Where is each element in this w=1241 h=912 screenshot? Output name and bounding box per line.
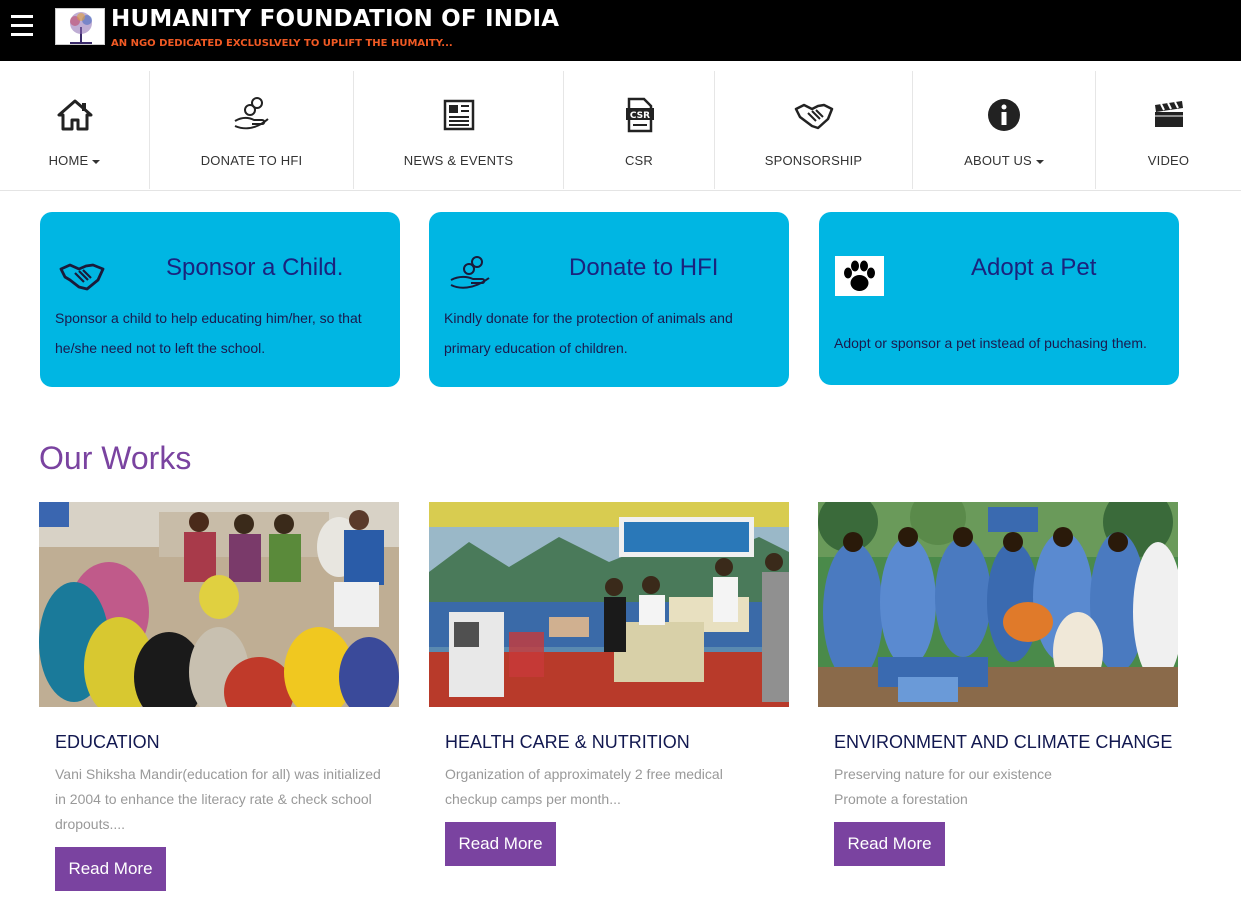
work-description: Preserving nature for our existence Prom… <box>834 762 1164 812</box>
nav-item-sponsorship[interactable]: SPONSORSHIP <box>715 71 912 189</box>
clapperboard-icon <box>1154 101 1183 127</box>
main-navigation: HOME DONATE TO HFI NEWS & EVENTS CSR CSR… <box>0 61 1241 191</box>
donate-hand-icon <box>450 256 490 289</box>
work-card-education: EDUCATION Vani Shiksha Mandir(education … <box>39 502 399 891</box>
site-title[interactable]: HUMANITY FOUNDATION OF INDIA <box>111 6 559 32</box>
read-more-button[interactable]: Read More <box>445 822 556 866</box>
nav-label-csr: CSR <box>624 153 654 168</box>
top-bar: HUMANITY FOUNDATION OF INDIA AN NGO DEDI… <box>0 0 1241 61</box>
card-sponsor-child[interactable]: Sponsor a Child. Sponsor a child to help… <box>40 212 400 387</box>
work-description: Organization of approximately 2 free med… <box>445 766 723 807</box>
card-description: Adopt or sponsor a pet instead of puchas… <box>834 335 1147 351</box>
paw-icon <box>835 256 884 296</box>
work-card-environment: ENVIRONMENT AND CLIMATE CHANGE Preservin… <box>818 502 1178 866</box>
newspaper-icon <box>443 99 474 131</box>
nav-item-video[interactable]: VIDEO <box>1096 71 1241 189</box>
health-camp-photo[interactable] <box>429 502 789 707</box>
work-title: ENVIRONMENT AND CLIMATE CHANGE <box>834 732 1173 752</box>
work-description: Vani Shiksha Mandir(education for all) w… <box>55 766 381 832</box>
csr-document-icon: CSR <box>626 97 654 133</box>
nav-label-news-events: NEWS & EVENTS <box>403 153 514 168</box>
nav-label-about-us: ABOUT US <box>964 153 1032 168</box>
card-title: Adopt a Pet <box>971 254 1097 281</box>
work-title: HEALTH CARE & NUTRITION <box>445 732 690 752</box>
work-card-health-care: HEALTH CARE & NUTRITION Organization of … <box>429 502 789 866</box>
caret-down-icon <box>92 159 101 164</box>
home-icon <box>57 99 92 131</box>
donate-hand-icon <box>234 97 269 130</box>
info-icon <box>988 99 1020 131</box>
nav-item-donate[interactable]: DONATE TO HFI <box>150 71 353 189</box>
work-description-line: Preserving nature for our existence <box>834 766 1052 782</box>
section-title-our-works: Our Works <box>39 440 192 476</box>
caret-down-icon <box>1035 159 1044 164</box>
handshake-icon <box>59 263 105 291</box>
logo[interactable] <box>55 8 105 45</box>
work-description-line: Promote a forestation <box>834 791 968 807</box>
nav-label-donate: DONATE TO HFI <box>200 153 303 168</box>
nav-label-home: HOME <box>48 153 89 168</box>
nav-item-news-events[interactable]: NEWS & EVENTS <box>354 71 563 189</box>
card-title: Donate to HFI <box>569 254 719 281</box>
read-more-button[interactable]: Read More <box>55 847 166 891</box>
nav-item-csr[interactable]: CSR CSR <box>564 71 714 189</box>
read-more-button[interactable]: Read More <box>834 822 945 866</box>
work-title: EDUCATION <box>55 732 160 752</box>
environment-photo[interactable] <box>818 502 1178 707</box>
nav-item-about-us[interactable]: ABOUT US <box>913 71 1095 189</box>
card-title: Sponsor a Child. <box>166 254 344 281</box>
site-tagline: AN NGO DEDICATED EXCLUSLVELY TO UPLIFT T… <box>111 38 453 49</box>
nav-item-home[interactable]: HOME <box>0 71 149 189</box>
svg-text:CSR: CSR <box>630 111 650 121</box>
card-description: Sponsor a child to help educating him/he… <box>55 310 362 356</box>
nav-label-sponsorship: SPONSORSHIP <box>764 153 863 168</box>
card-description: Kindly donate for the protection of anim… <box>444 310 733 356</box>
handshake-icon <box>794 103 833 130</box>
nav-label-video: VIDEO <box>1147 153 1190 168</box>
education-photo[interactable] <box>39 502 399 707</box>
menu-icon[interactable] <box>11 15 33 39</box>
card-donate-hfi[interactable]: Donate to HFI Kindly donate for the prot… <box>429 212 789 387</box>
card-adopt-pet[interactable]: Adopt a Pet Adopt or sponsor a pet inste… <box>819 212 1179 385</box>
